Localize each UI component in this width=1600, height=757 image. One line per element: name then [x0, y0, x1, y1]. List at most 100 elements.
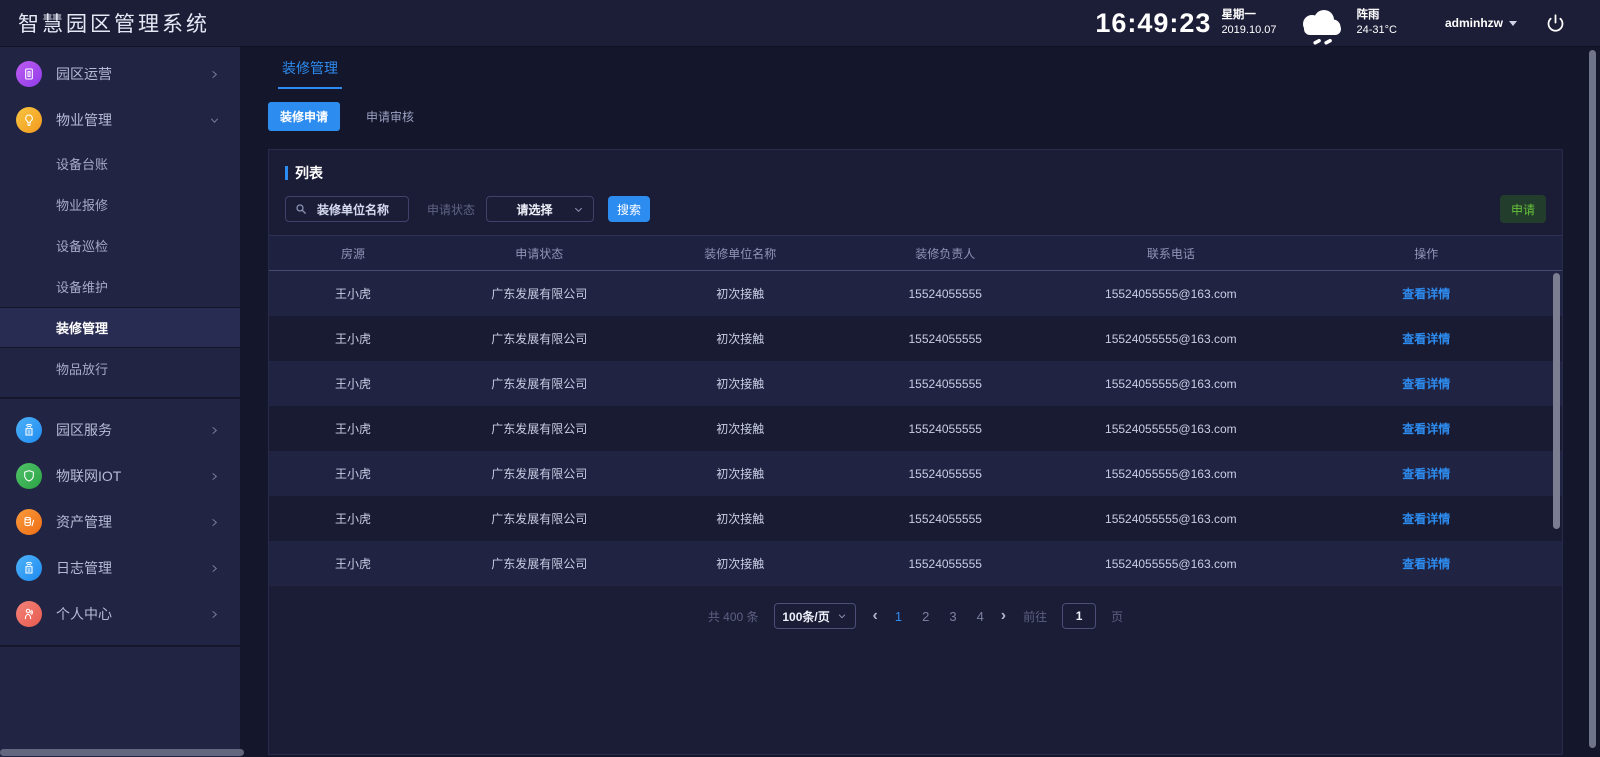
header-right: 16:49:23 星期一 2019.10.07 阵雨 24-31°C admin…	[1095, 2, 1600, 44]
view-details-link[interactable]: 查看详情	[1402, 512, 1450, 526]
view-details-link[interactable]: 查看详情	[1402, 467, 1450, 481]
cell-apply-status: 广东发展有限公司	[437, 330, 641, 347]
filter-row: 装修单位名称 申请状态 请选择 搜索 申请	[269, 194, 1562, 223]
person-icon	[16, 601, 42, 627]
goto-label: 前往	[1023, 608, 1047, 625]
cell-manager: 15524055555	[839, 287, 1051, 301]
cell-action: 查看详情	[1290, 510, 1562, 527]
cell-apply-status: 广东发展有限公司	[437, 465, 641, 482]
page-size-value: 100条/页	[782, 608, 829, 625]
chevron-right-icon	[209, 609, 220, 620]
total-count: 共 400 条	[708, 608, 759, 625]
prev-page-button[interactable]: ‹	[871, 608, 880, 624]
view-details-link[interactable]: 查看详情	[1402, 422, 1450, 436]
sidebar-item-property-management[interactable]: 物业管理	[0, 97, 240, 143]
next-page-button[interactable]: ›	[999, 608, 1008, 624]
view-details-link[interactable]: 查看详情	[1402, 557, 1450, 571]
caret-down-icon	[1509, 21, 1517, 26]
clock: 16:49:23	[1095, 8, 1211, 39]
sidebar-item-park-operation[interactable]: 园区运营	[0, 51, 240, 97]
column-header: 装修单位名称	[641, 245, 839, 262]
search-button[interactable]: 搜索	[608, 196, 650, 222]
sidebar-item-asset-management[interactable]: 资产管理	[0, 499, 240, 545]
sidebar-item-label: 资产管理	[56, 512, 112, 532]
tab-decoration-management[interactable]: 装修管理	[278, 58, 342, 89]
sidebar-divider	[0, 397, 240, 399]
cell-house: 王小虎	[269, 375, 437, 392]
sidebar-subitem-decoration-management[interactable]: 装修管理	[0, 307, 240, 348]
page-number-2[interactable]: 2	[922, 609, 929, 624]
apply-button[interactable]: 申请	[1500, 195, 1546, 223]
cell-company: 初次接触	[641, 375, 839, 392]
sidebar-subitem-item-release[interactable]: 物品放行	[0, 348, 240, 389]
cell-manager: 15524055555	[839, 512, 1051, 526]
sidebar-subitem-property-repair[interactable]: 物业报修	[0, 184, 240, 225]
cell-manager: 15524055555	[839, 557, 1051, 571]
shield-icon	[16, 463, 42, 489]
sidebar-item-iot[interactable]: 物联网IOT	[0, 453, 240, 499]
weather-desc: 阵雨	[1357, 8, 1397, 23]
subtab-decoration-apply[interactable]: 装修申请	[268, 102, 340, 131]
table-row: 王小虎 广东发展有限公司 初次接触 15524055555 1552405555…	[269, 541, 1562, 586]
status-label: 申请状态	[427, 201, 475, 218]
goto-page-input[interactable]: 1	[1062, 603, 1096, 629]
date-block: 星期一 2019.10.07	[1221, 8, 1276, 37]
cell-manager: 15524055555	[839, 422, 1051, 436]
window-vertical-scrollbar[interactable]	[1589, 50, 1596, 748]
column-header: 联系电话	[1051, 245, 1290, 262]
column-header: 房源	[269, 245, 437, 262]
top-header: 智慧园区管理系统 16:49:23 星期一 2019.10.07 阵雨 24-3…	[0, 0, 1600, 47]
chevron-down-icon	[837, 611, 847, 621]
cell-house: 王小虎	[269, 420, 437, 437]
table-header-row: 房源 申请状态 装修单位名称 装修负责人 联系电话 操作	[269, 235, 1562, 271]
cell-action: 查看详情	[1290, 285, 1562, 302]
username: adminhzw	[1445, 16, 1503, 30]
cell-manager: 15524055555	[839, 467, 1051, 481]
cell-apply-status: 广东发展有限公司	[437, 420, 641, 437]
power-icon[interactable]	[1545, 13, 1566, 34]
user-menu[interactable]: adminhzw	[1445, 16, 1517, 30]
table-scrollbar[interactable]	[1553, 273, 1560, 529]
table-row: 王小虎 广东发展有限公司 初次接触 15524055555 1552405555…	[269, 316, 1562, 361]
search-placeholder: 装修单位名称	[307, 201, 399, 218]
view-details-link[interactable]: 查看详情	[1402, 377, 1450, 391]
cloud-rain-icon	[1291, 7, 1347, 49]
page-number-3[interactable]: 3	[949, 609, 956, 624]
subtabs: 装修申请 申请审核	[268, 102, 1600, 131]
status-select[interactable]: 请选择	[486, 196, 594, 222]
sidebar-item-label: 日志管理	[56, 558, 112, 578]
table-row: 王小虎 广东发展有限公司 初次接触 15524055555 1552405555…	[269, 361, 1562, 406]
smart-building-icon	[16, 417, 42, 443]
view-details-link[interactable]: 查看详情	[1402, 287, 1450, 301]
view-details-link[interactable]: 查看详情	[1402, 332, 1450, 346]
window-horizontal-scrollbar[interactable]	[0, 749, 244, 756]
sidebar-item-log-management[interactable]: 日志管理	[0, 545, 240, 591]
page-number-4[interactable]: 4	[977, 609, 984, 624]
cell-phone: 15524055555@163.com	[1051, 557, 1290, 571]
date: 2019.10.07	[1221, 23, 1276, 37]
section-title: 列表	[295, 163, 323, 183]
cell-house: 王小虎	[269, 285, 437, 302]
status-select-value: 请选择	[496, 201, 573, 218]
applications-table: 房源 申请状态 装修单位名称 装修负责人 联系电话 操作 王小虎 广东发展有限公…	[269, 235, 1562, 586]
sidebar-item-personal-center[interactable]: 个人中心	[0, 591, 240, 637]
sidebar-subitem-equipment-inspection[interactable]: 设备巡检	[0, 225, 240, 266]
panel-title: 列表	[269, 150, 1562, 194]
page-number-1[interactable]: 1	[895, 609, 902, 624]
sidebar: 园区运营 物业管理 设备台账 物业报修 设备巡检 设备维护 装修管理 物品放行 …	[0, 46, 240, 757]
goto-suffix: 页	[1111, 608, 1123, 625]
search-input[interactable]: 装修单位名称	[285, 196, 409, 222]
table-row: 王小虎 广东发展有限公司 初次接触 15524055555 1552405555…	[269, 406, 1562, 451]
page-size-select[interactable]: 100条/页	[774, 603, 856, 629]
cell-action: 查看详情	[1290, 420, 1562, 437]
column-header: 操作	[1290, 245, 1562, 262]
subtab-apply-review[interactable]: 申请审核	[354, 102, 426, 131]
cell-manager: 15524055555	[839, 377, 1051, 391]
sidebar-item-label: 物业管理	[56, 110, 112, 130]
chevron-right-icon	[209, 563, 220, 574]
sidebar-subitem-equipment-ledger[interactable]: 设备台账	[0, 143, 240, 184]
main-content: 装修管理 装修申请 申请审核 列表 装修单位名称 申请状态 请选择	[240, 46, 1600, 757]
assets-coins-icon	[16, 509, 42, 535]
sidebar-item-park-service[interactable]: 园区服务	[0, 407, 240, 453]
sidebar-subitem-equipment-maintenance[interactable]: 设备维护	[0, 266, 240, 307]
